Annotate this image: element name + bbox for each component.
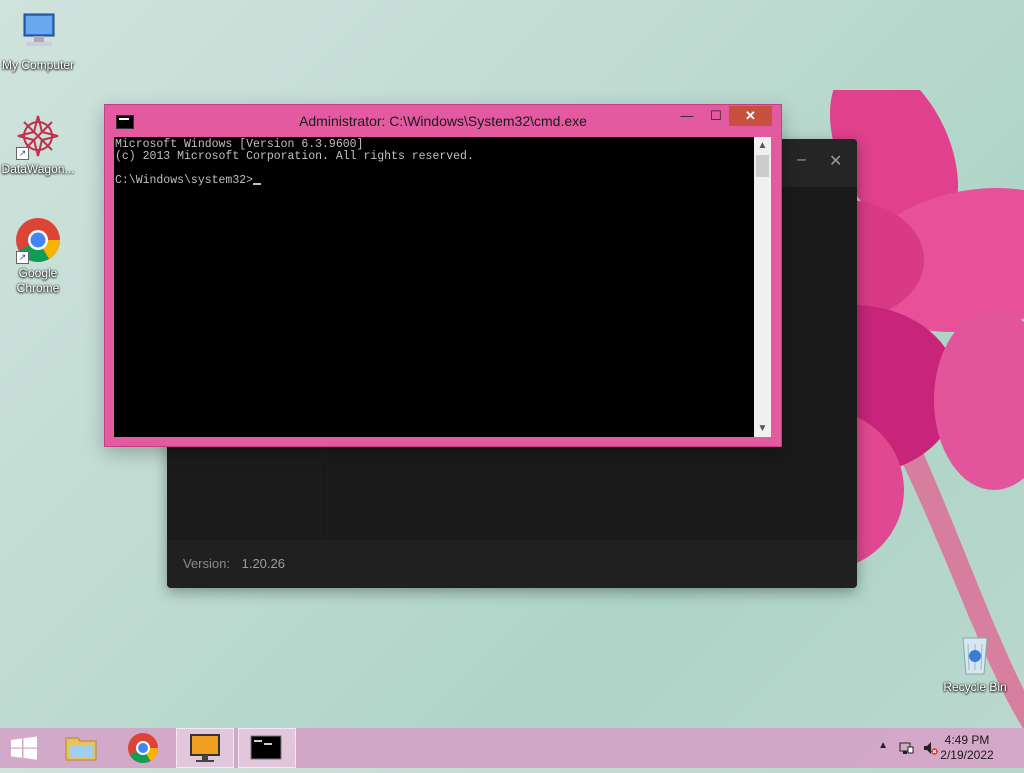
network-icon[interactable] [898,740,914,756]
clock[interactable]: 4:49 PM 2/19/2022 [932,733,1002,763]
maximize-button[interactable]: ☐ [702,106,730,126]
recycle-bin-icon [951,630,999,678]
taskbar-monitor-app[interactable] [176,728,234,768]
minimize-button[interactable]: – [797,151,806,169]
desktop-icon-label: Recycle Bin [943,680,1007,694]
desktop-icon-datawagon[interactable]: ↗ DataWagon... [0,112,76,177]
clock-time: 4:49 PM [944,733,990,747]
console-line: (c) 2013 Microsoft Corporation. All righ… [115,150,474,163]
monitor-icon [190,734,220,762]
scroll-up-icon[interactable]: ▲ [754,137,771,154]
start-button[interactable] [0,728,58,768]
taskbar-file-explorer[interactable] [52,728,110,768]
desktop-icon-recycle-bin[interactable]: Recycle Bin [937,630,1013,695]
scrollbar-thumb[interactable] [756,155,769,177]
console-output[interactable]: Microsoft Windows [Version 6.3.9600] (c) … [114,137,754,437]
minimize-button[interactable]: — [673,106,701,126]
version-label: Version: [183,556,230,571]
background-app-footer: Version: 1.20.26 [167,540,857,588]
console-prompt: C:\Windows\system32> [115,174,254,187]
taskbar: ▲ 4:49 PM 2/19/2022 [0,728,1024,768]
desktop-icon-my-computer[interactable]: My Computer [0,8,76,73]
show-hidden-icons-icon[interactable]: ▲ [878,740,888,751]
folder-icon [65,737,97,761]
computer-icon [14,8,62,56]
chrome-icon [128,733,158,764]
cmd-icon [250,735,282,760]
desktop-icon-google-chrome[interactable]: ↗ Google Chrome [0,216,76,296]
close-button[interactable]: ✕ [729,106,772,126]
version-value: 1.20.26 [241,556,285,571]
close-button[interactable]: ✕ [829,151,842,171]
clock-date: 2/19/2022 [940,748,994,762]
shortcut-arrow-icon: ↗ [16,251,29,264]
vertical-scrollbar[interactable]: ▲ ▼ [754,137,771,437]
console-prompt-line: C:\Windows\system32> [115,175,754,187]
desktop-icon-label: Google Chrome [16,266,60,295]
text-cursor [253,183,262,185]
scroll-down-icon[interactable]: ▼ [754,420,771,437]
taskbar-cmd[interactable] [238,728,296,768]
datawagon-icon: ↗ [14,112,62,160]
taskbar-chrome[interactable] [114,728,172,768]
cmd-titlebar[interactable]: Administrator: C:\Windows\System32\cmd.e… [105,105,781,137]
windows-logo-icon [11,736,37,760]
desktop-icon-label: My Computer [1,58,75,72]
desktop-icon-label: DataWagon... [1,162,75,176]
cmd-window[interactable]: Administrator: C:\Windows\System32\cmd.e… [104,104,782,447]
shortcut-arrow-icon: ↗ [16,147,29,160]
chrome-icon: ↗ [14,216,62,264]
